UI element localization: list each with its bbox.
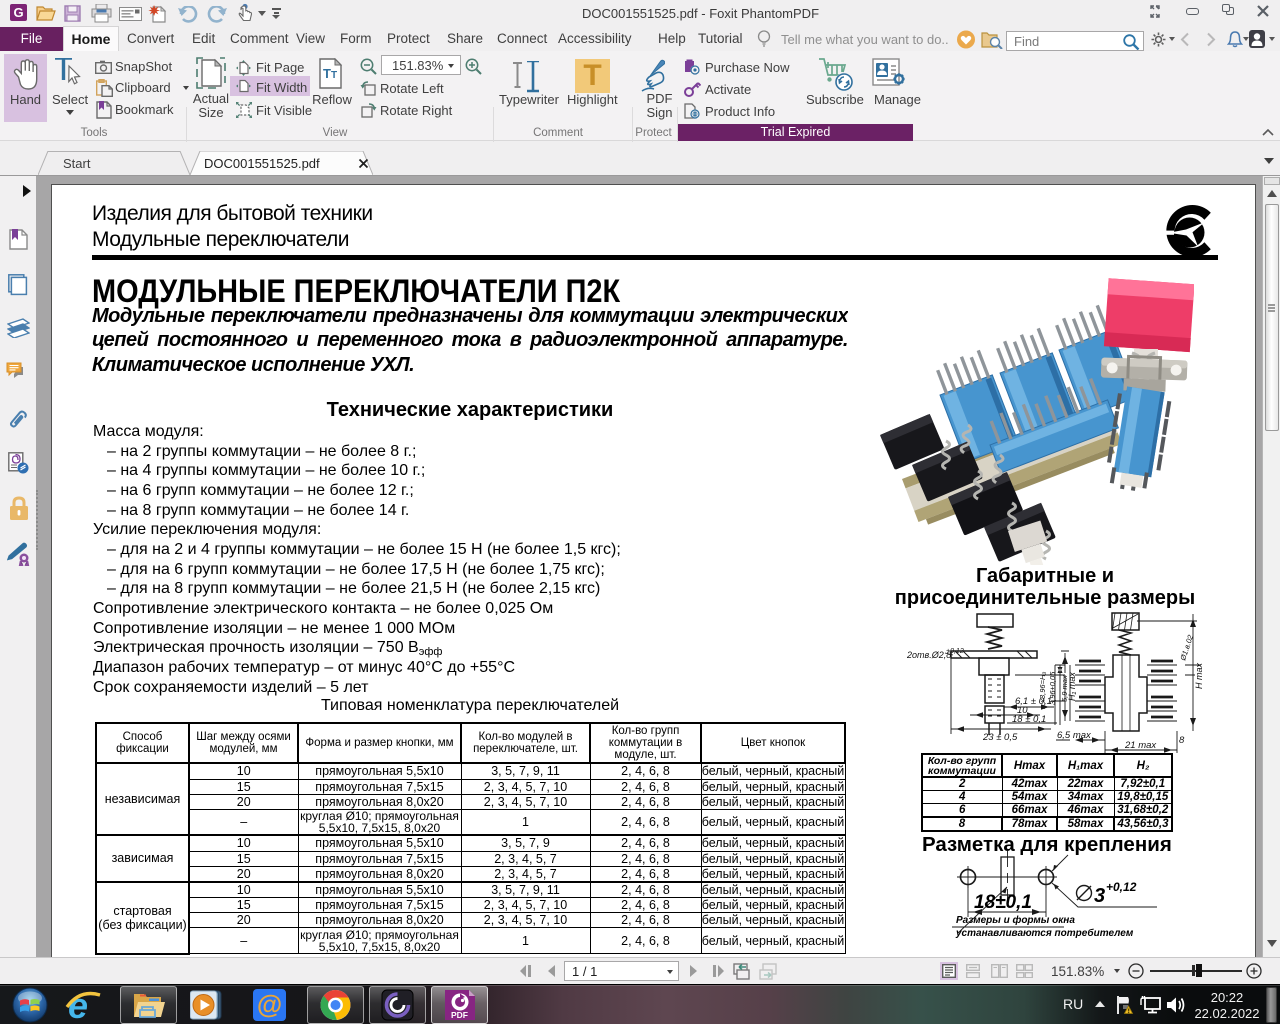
svg-text:T: T [331,70,337,81]
svg-text:устанавливаются потребителем: устанавливаются потребителем [955,927,1134,939]
svg-text:5,9 max: 5,9 max [1060,675,1069,702]
svg-text:Размеры и формы окна: Размеры и формы окна [956,914,1075,926]
svg-text:18±0,1: 18±0,1 [974,892,1032,913]
svg-text:PDF: PDF [451,1010,468,1020]
svg-text:6,5 max: 6,5 max [1057,730,1092,741]
svg-text:+0,12: +0,12 [1106,880,1137,894]
svg-text:21 max: 21 max [1124,740,1157,751]
svg-text:3,96±0,05: 3,96±0,05 [1048,671,1057,705]
svg-text:23 ± 0,5: 23 ± 0,5 [982,732,1018,743]
svg-text:+0,12: +0,12 [946,648,964,655]
svg-text:3: 3 [1094,885,1105,907]
svg-text:2отв.Ø2,8: 2отв.Ø2,8 [906,650,951,660]
svg-text:T: T [323,66,331,81]
svg-text:H max: H max [1194,662,1204,689]
svg-text:18 ± 0,1: 18 ± 0,1 [1012,714,1046,725]
svg-text:n.x3,96=H₃: n.x3,96=H₃ [1038,672,1047,709]
svg-text:8: 8 [1179,735,1185,746]
